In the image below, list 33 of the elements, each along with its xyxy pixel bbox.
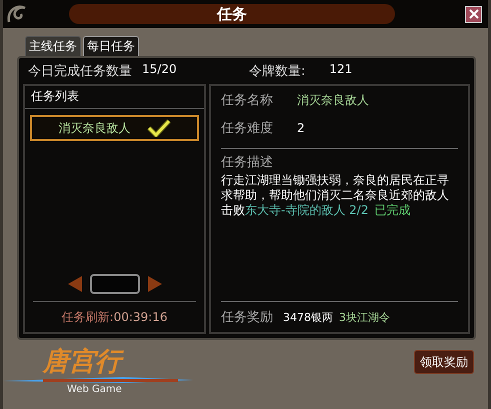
stat-value: 121 — [329, 62, 352, 78]
stat-label: 今日完成任务数量 — [28, 63, 132, 80]
tab[interactable]: 主线任务 — [25, 36, 81, 56]
field-value: 消灭奈良敌人 — [297, 92, 369, 108]
stat-value: 15/20 — [142, 62, 177, 78]
task-name: 消灭奈良敌人 — [58, 120, 130, 136]
description-text: 行走江湖理当锄强扶弱，奈良的居民在正寻求帮助，帮助他们消灭二名奈良近郊的敌人 — [221, 173, 450, 203]
reward-value: 3块江湖令 — [339, 310, 390, 324]
right-arrow-icon — [148, 276, 162, 292]
reward-value: 3478银两 — [283, 310, 333, 324]
section-heading: 任务描述 — [221, 154, 274, 171]
claim-reward-button[interactable]: 领取奖励 — [414, 350, 474, 374]
close-button[interactable] — [465, 6, 482, 22]
panel-heading: 任务列表 — [25, 86, 204, 109]
logo-subtitle: Web Game — [67, 384, 122, 395]
close-icon — [468, 8, 480, 20]
refresh-label: 任务刷新: — [62, 308, 114, 326]
previous-page-button[interactable] — [68, 276, 82, 292]
left-arrow-icon — [68, 276, 82, 292]
task-item[interactable]: 消灭奈良敌人 — [30, 115, 199, 141]
objective-status: 已完成 — [374, 203, 410, 217]
tab[interactable]: 每日任务 — [83, 36, 139, 56]
next-page-button[interactable] — [148, 276, 162, 292]
field-label: 任务名称 — [221, 92, 273, 109]
objective-target: 东大寺-寺院的敌人 2/2 — [245, 203, 368, 217]
window-title: 任务 — [69, 4, 395, 24]
field-label: 任务奖励 — [221, 309, 273, 326]
field-label: 任务难度 — [221, 120, 273, 137]
stat-label: 令牌数量: — [249, 63, 306, 80]
objective-text: 击败 — [221, 203, 245, 217]
refresh-timer: 00:39:16 — [114, 310, 168, 324]
page-field — [90, 274, 140, 294]
field-value: 2 — [297, 121, 305, 135]
